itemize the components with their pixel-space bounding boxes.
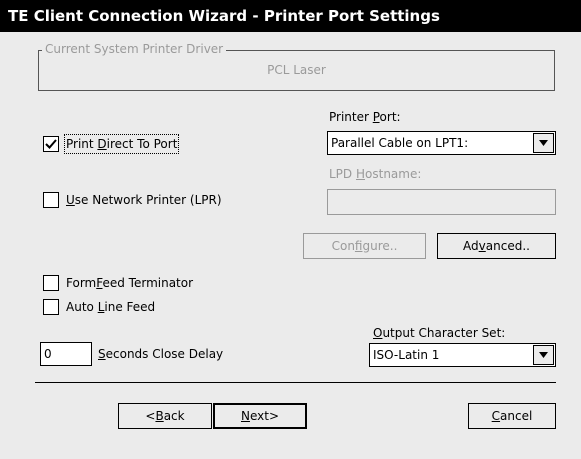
chevron-down-icon (539, 140, 548, 146)
printer-port-label: Printer Port: (329, 110, 401, 124)
printer-port-dropdown-button[interactable] (533, 133, 554, 153)
printer-driver-value: PCL Laser (267, 63, 326, 77)
lpd-hostname-field[interactable] (327, 189, 556, 215)
charset-selected: ISO-Latin 1 (373, 348, 440, 362)
auto-line-feed-checkbox[interactable] (43, 299, 59, 315)
checkmark-icon (45, 139, 57, 149)
formfeed-label[interactable]: FormFeed Terminator (66, 275, 193, 291)
print-direct-checkbox[interactable] (43, 136, 59, 152)
window-title: TE Client Connection Wizard - Printer Po… (0, 0, 581, 32)
print-direct-label[interactable]: Print Direct To Port (63, 134, 180, 154)
advanced-button[interactable]: Advanced.. (437, 233, 556, 259)
lpd-hostname-input[interactable] (328, 190, 555, 214)
chevron-down-icon (539, 352, 548, 358)
printer-port-select[interactable]: Parallel Cable on LPT1: (327, 131, 556, 155)
auto-line-feed-label[interactable]: Auto Line Feed (66, 299, 155, 315)
printer-port-selected: Parallel Cable on LPT1: (331, 136, 469, 150)
lpd-hostname-label: LPD Hostname: (329, 167, 422, 181)
charset-label: Output Character Set: (373, 326, 506, 340)
next-button[interactable]: Next> (213, 403, 307, 429)
charset-select[interactable]: ISO-Latin 1 (369, 343, 556, 367)
network-printer-checkbox[interactable] (43, 192, 59, 208)
formfeed-checkbox[interactable] (43, 275, 59, 291)
close-delay-input[interactable] (41, 343, 91, 365)
button-separator (35, 382, 556, 383)
charset-dropdown-button[interactable] (533, 345, 554, 365)
printer-driver-group-legend: Current System Printer Driver (42, 42, 227, 56)
close-delay-label: Seconds Close Delay (98, 347, 224, 361)
close-delay-field[interactable] (40, 342, 92, 366)
back-button[interactable]: <Back (118, 403, 212, 429)
cancel-button[interactable]: Cancel (468, 403, 556, 429)
configure-button[interactable]: Configure.. (303, 233, 426, 259)
network-printer-label[interactable]: Use Network Printer (LPR) (66, 192, 222, 208)
